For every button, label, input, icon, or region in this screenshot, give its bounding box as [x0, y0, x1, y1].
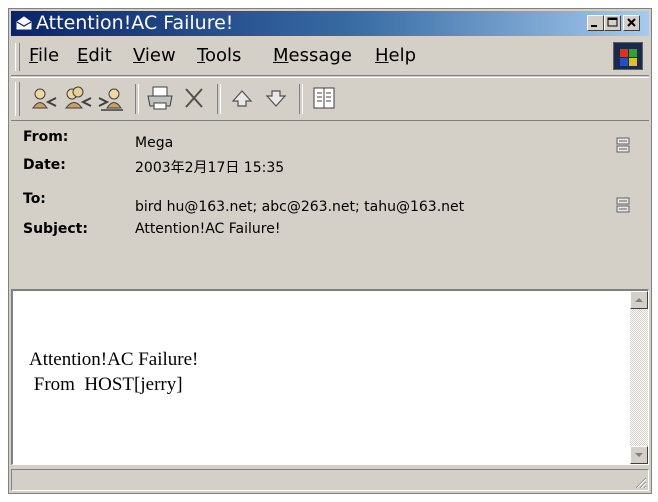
message-line-2: From HOST[jerry] [29, 374, 183, 395]
scroll-down-button[interactable] [630, 446, 648, 464]
message-body[interactable]: Attention!AC Failure! From HOST[jerry] [11, 289, 649, 465]
to-label: To: [23, 191, 46, 207]
status-bar [11, 469, 649, 491]
reply-all-icon [65, 86, 92, 109]
menubar-grip[interactable] [15, 43, 20, 71]
menu-help[interactable]: Help [375, 45, 416, 66]
vertical-scrollbar[interactable] [630, 291, 648, 464]
minimize-button[interactable] [587, 15, 604, 31]
delete-icon [185, 88, 203, 108]
menu-edit[interactable]: Edit [77, 45, 112, 66]
next-icon [265, 90, 287, 107]
toolbar-separator [135, 84, 139, 114]
next-button[interactable] [261, 84, 291, 112]
close-button[interactable] [623, 15, 640, 31]
menu-message[interactable]: Message [273, 45, 352, 66]
print-icon [147, 86, 173, 110]
subject-value: Attention!AC Failure! [135, 221, 281, 237]
reply-button[interactable] [29, 84, 59, 112]
from-value[interactable]: Mega [135, 135, 173, 151]
maximize-button[interactable] [604, 15, 621, 31]
previous-icon [231, 90, 253, 107]
minimize-icon [591, 25, 597, 27]
to-value[interactable]: bird hu@163.net; abc@263.net; tahu@163.n… [135, 199, 464, 215]
address-book-icon [313, 87, 335, 109]
message-line-1: Attention!AC Failure! [29, 349, 199, 370]
reply-all-button[interactable] [63, 84, 93, 112]
envelope-icon [16, 16, 32, 30]
menu-file[interactable]: File [29, 45, 59, 66]
windows-logo-icon [613, 42, 643, 70]
scroll-up-button[interactable] [630, 291, 648, 309]
forward-icon [98, 88, 123, 111]
delete-button[interactable] [179, 84, 209, 112]
close-icon [627, 18, 636, 27]
address-book-button[interactable] [309, 84, 339, 112]
message-header: From: Mega Date: 2003年2月17日 15:35 To: bi… [11, 121, 649, 287]
toolbar [11, 77, 649, 121]
subject-label: Subject: [23, 221, 88, 237]
date-label: Date: [23, 157, 66, 173]
arrow-up-icon [635, 298, 643, 302]
toolbar-separator [217, 84, 221, 114]
title-bar[interactable]: Attention!AC Failure! [11, 11, 649, 36]
from-label: From: [23, 129, 69, 145]
mail-window: Attention!AC Failure! File Edit View Too… [8, 8, 652, 494]
message-text: Attention!AC Failure! From HOST[jerry] [29, 347, 198, 397]
forward-button[interactable] [97, 84, 127, 112]
toolbar-grip[interactable] [15, 82, 20, 116]
reply-icon [32, 88, 57, 109]
previous-button[interactable] [227, 84, 257, 112]
menu-tools[interactable]: Tools [197, 45, 241, 66]
arrow-down-icon [635, 453, 643, 457]
print-button[interactable] [145, 84, 175, 112]
menu-bar: File Edit View Tools Message Help [11, 39, 649, 76]
date-value: 2003年2月17日 15:35 [135, 160, 285, 176]
expand-from-icon[interactable] [613, 135, 633, 155]
toolbar-separator [299, 84, 303, 114]
expand-to-icon[interactable] [613, 195, 633, 215]
window-title: Attention!AC Failure! [36, 12, 234, 34]
maximize-icon [607, 17, 618, 27]
menu-view[interactable]: View [133, 45, 176, 66]
resize-grip-icon[interactable] [633, 475, 647, 489]
